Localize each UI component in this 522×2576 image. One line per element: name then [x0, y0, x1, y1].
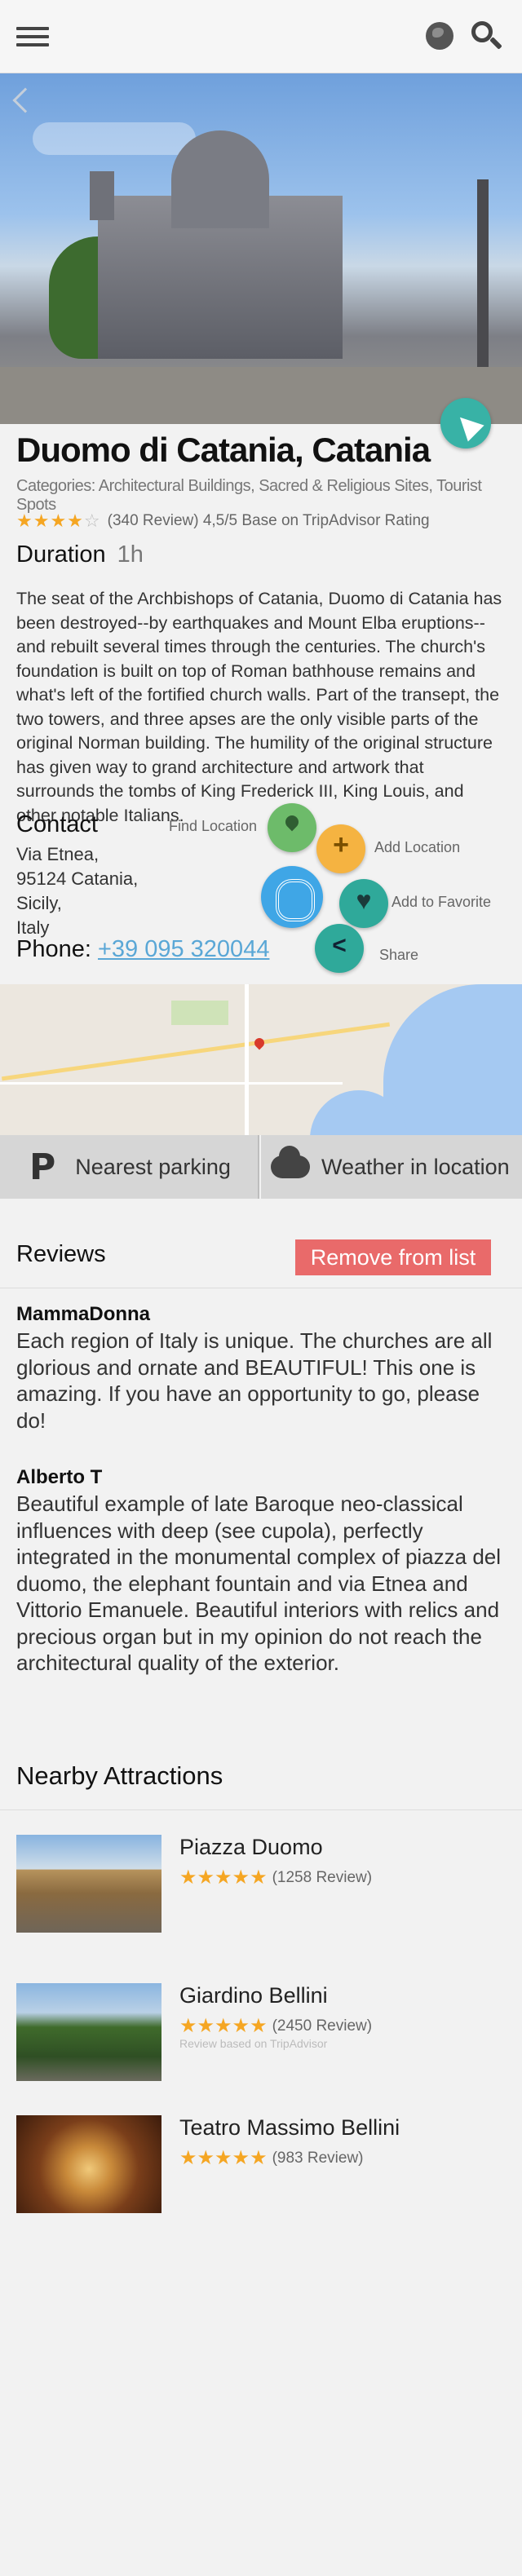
top-bar [0, 0, 522, 73]
duration-value: 1h [117, 541, 144, 568]
attraction-rating: ★★★★★ (1258 Review) [179, 1866, 372, 1889]
reviews-header: Reviews Remove from list [0, 1223, 522, 1288]
address-line: 95124 Catania, [16, 868, 139, 889]
add-favorite-button[interactable] [339, 879, 388, 928]
rating-text: (340 Review) 4,5/5 Base on TripAdvisor R… [107, 512, 430, 529]
add-location-button[interactable] [316, 824, 365, 873]
address-line: Via Etnea, [16, 844, 100, 864]
reviews-title: Reviews [16, 1241, 106, 1267]
navigate-button[interactable] [440, 398, 491, 448]
attraction-rating: ★★★★★ (983 Review) [179, 2146, 364, 2170]
review-author: MammaDonna [16, 1303, 151, 1325]
add-location-label: Add Location [374, 839, 461, 855]
menu-icon[interactable] [16, 27, 49, 46]
find-location-button[interactable] [268, 803, 316, 852]
nearby-title: Nearby Attractions [16, 1761, 223, 1790]
globe-icon[interactable] [426, 22, 453, 50]
phone-link[interactable]: +39 095 320044 [98, 936, 269, 962]
attraction-item[interactable]: Giardino Bellini ★★★★★ (2450 Review) Rev… [16, 1983, 506, 2081]
attraction-name: Piazza Duomo [179, 1835, 323, 1859]
phone-row: Phone: +39 095 320044 [16, 936, 269, 963]
attraction-stars: ★★★★★ [179, 2147, 268, 2169]
nearest-parking-button[interactable]: P Nearest parking [0, 1135, 259, 1199]
attraction-thumbnail [16, 1983, 161, 2081]
attraction-stars: ★★★★★ [179, 1867, 268, 1889]
duration-label: Duration [16, 541, 106, 568]
attraction-review-count: (983 Review) [272, 2149, 364, 2167]
rating-row: ★★★★☆ (340 Review) 4,5/5 Base on TripAdv… [16, 510, 430, 532]
categories-text: Categories: Architectural Buildings, Sac… [16, 477, 482, 514]
description: The seat of the Archbishops of Catania, … [16, 589, 502, 825]
cloud-icon [271, 1146, 310, 1178]
page-title: Duomo di Catania, Catania [16, 431, 431, 469]
address: Via Etnea, 95124 Catania, Sicily, Italy [16, 842, 138, 940]
nearest-parking-label: Nearest parking [75, 1154, 231, 1179]
attraction-name: Giardino Bellini [179, 1983, 328, 2008]
find-location-label: Find Location [169, 818, 258, 834]
fingerprint-button[interactable] [261, 866, 323, 928]
attraction-stars: ★★★★★ [179, 2015, 268, 2037]
search-icon[interactable] [471, 21, 504, 54]
attraction-item[interactable]: Piazza Duomo ★★★★★ (1258 Review) [16, 1835, 506, 1933]
parking-icon: P [29, 1146, 56, 1188]
attraction-note: Review based on TripAdvisor [179, 2037, 328, 2050]
address-line: Sicily, [16, 893, 62, 913]
attraction-review-count: (1258 Review) [272, 1868, 373, 1886]
duration: Duration 1h [16, 541, 144, 568]
weather-button[interactable]: Weather in location [261, 1135, 522, 1199]
phone-label: Phone: [16, 936, 91, 962]
review-item: MammaDonna Each region of Italy is uniqu… [16, 1303, 506, 1434]
map-pin-icon [252, 1036, 267, 1050]
attraction-name: Teatro Massimo Bellini [179, 2115, 400, 2140]
rating-stars: ★★★★☆ [16, 510, 101, 531]
attraction-item[interactable]: Teatro Massimo Bellini ★★★★★ (983 Review… [16, 2115, 506, 2213]
share-button[interactable] [315, 924, 364, 973]
location-map[interactable] [0, 984, 522, 1135]
attraction-rating: ★★★★★ (2450 Review) [179, 2014, 372, 2038]
share-label: Share [379, 947, 419, 963]
review-text: Beautiful example of late Baroque neo-cl… [16, 1491, 502, 1675]
attraction-review-count: (2450 Review) [272, 2017, 373, 2035]
weather-label: Weather in location [321, 1154, 510, 1179]
review-item: Alberto T Beautiful example of late Baro… [16, 1466, 506, 1677]
hero-image [0, 73, 522, 424]
attraction-thumbnail [16, 2115, 161, 2213]
attraction-thumbnail [16, 1835, 161, 1933]
remove-from-list-button[interactable]: Remove from list [295, 1239, 491, 1275]
review-author: Alberto T [16, 1466, 103, 1488]
contact-title: Contact [16, 811, 98, 837]
add-favorite-label: Add to Favorite [392, 894, 492, 910]
review-text: Each region of Italy is unique. The chur… [16, 1328, 493, 1433]
nearby-header: Nearby Attractions [0, 1753, 522, 1810]
